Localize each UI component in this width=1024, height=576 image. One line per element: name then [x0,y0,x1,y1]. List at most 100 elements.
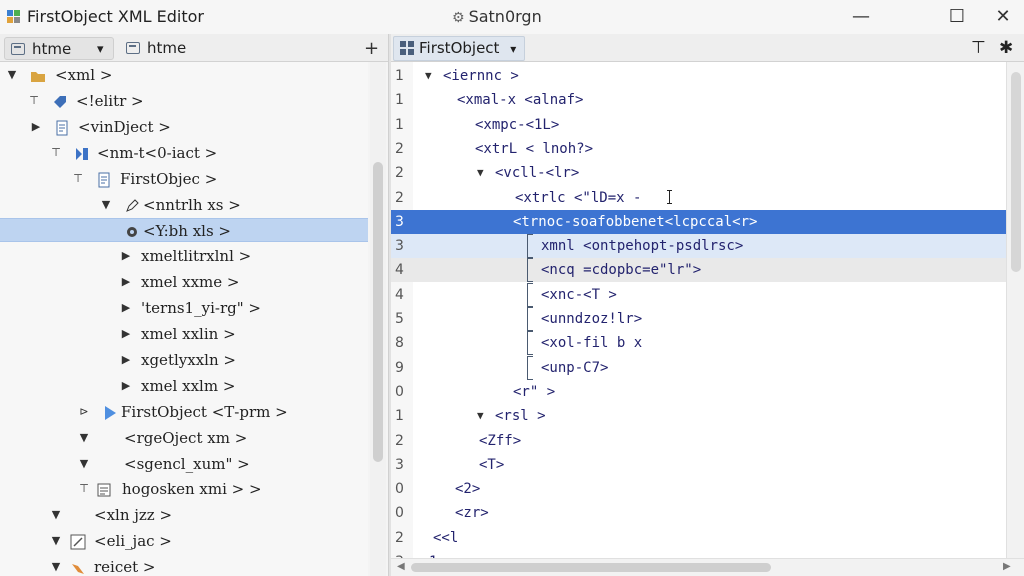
code-line[interactable]: 8 <xol-fil b x [391,331,1006,356]
expand-toggle-icon[interactable]: ▼ [50,555,62,576]
tree-node[interactable]: ▶ xgetlyxxln > [0,348,368,372]
scroll-right-icon[interactable]: ▶ [1003,561,1011,572]
code-line[interactable]: 4 <xnc-<T > [391,282,1006,307]
expand-toggle-icon[interactable]: ⊤ [28,89,40,113]
tree-node[interactable]: ▶ <vinDject > [0,115,368,139]
line-number: 3 [395,238,404,255]
code-line[interactable]: 0 <2> [391,477,1006,501]
tree-node[interactable]: ▼ <rgeOject xm > [0,426,368,450]
expand-toggle-icon[interactable]: ▼ [50,503,62,527]
expand-toggle-icon[interactable]: ⊳ [78,400,90,424]
pin-icon[interactable]: ⊤ [971,38,986,58]
settings-icon[interactable]: ✱ [999,38,1013,58]
code-line[interactable]: 2 <xtrL < lnoh?> [391,137,1006,161]
scrollbar-thumb[interactable] [1011,72,1021,272]
maximize-button[interactable]: ☐ [944,4,970,30]
tree-node[interactable]: ▼ <eli_jac > [0,529,368,553]
tree-node[interactable]: ▶ xmel xxme > [0,270,368,294]
editor-horizontal-scrollbar[interactable]: ◀ ▶ [391,558,1024,576]
expand-toggle-icon[interactable]: ⊤ [72,167,84,191]
expand-toggle-icon[interactable]: ▶ [120,348,132,372]
add-tab-button[interactable]: + [364,38,379,59]
tree-scrollbar[interactable] [370,62,386,576]
line-number: 9 [395,359,404,376]
expand-toggle-icon[interactable]: ▼ [50,529,62,553]
expand-toggle-icon[interactable]: ▶ [120,296,132,320]
scrollbar-thumb[interactable] [411,563,771,572]
scrollbar-thumb[interactable] [373,162,383,462]
code-text: <xnc-<T > [541,286,617,303]
code-line[interactable]: 2 <<l [391,526,1006,550]
expand-toggle-icon[interactable]: ▶ [120,270,132,294]
code-line[interactable]: 0 <zr> [391,501,1006,525]
tab-htme-1[interactable]: htme ▾ [4,37,114,60]
tree-node[interactable]: ▼ <sgencl_xum" > [0,452,368,476]
editor-header: FirstObject ▾ ⊤ ✱ [391,34,1024,62]
expand-toggle-icon[interactable]: ▼ [78,426,90,450]
code-line[interactable]: 1 ▼ <iernnc > [391,64,1006,88]
expand-toggle-icon[interactable]: ▶ [120,244,132,268]
tree-node[interactable]: ▶ 'terns1_yi‑rg" > [0,296,368,320]
tree-node[interactable]: ▼ <xln jzz > [0,503,368,527]
code-editor[interactable]: 1 ▼ <iernnc > 1 <xmal-x <alnaf> 1 <xmpc-<1L> 2 <… [391,62,1006,558]
code-line[interactable]: 2 <Zff> [391,429,1006,453]
minimize-button[interactable]: — [848,4,874,30]
code-line[interactable]: 2 <xtrlc <"lD=x - [391,186,1006,210]
chevron-down-icon[interactable]: ▾ [510,42,516,56]
tree-node[interactable]: ▼ <nntrlh xs > [0,193,368,217]
close-button[interactable]: ✕ [990,4,1016,30]
code-line[interactable]: 9 <unp-C7> [391,355,1006,380]
line-number: 2 [395,432,404,449]
code-line[interactable]: 1 <xmpc-<1L> [391,113,1006,137]
expand-toggle-icon[interactable]: ⊤ [50,141,62,165]
line-number: 2 [395,165,404,182]
code-line[interactable]: 3 <trnoc-soafobbenet<lcpccal<r> [391,209,1006,234]
expand-toggle-icon[interactable]: ▶ [120,322,132,346]
tree-node[interactable]: ⊤ <!elitr > [0,89,368,113]
code-line[interactable]: 5 <unndzoz!lr> [391,307,1006,331]
tree-node-label: <xln jzz > [94,506,173,525]
editor-tab-firstobject[interactable]: FirstObject ▾ [393,36,526,61]
gear-icon [124,223,140,239]
scroll-left-icon[interactable]: ◀ [397,561,405,572]
blue-icon [74,145,90,161]
list-icon [96,481,112,497]
tree-node[interactable]: ⊳ FirstObject <T‑prm > [0,400,368,424]
tree-node[interactable]: ▶ xmel xxlm > [0,374,368,398]
tab-htme-2[interactable]: htme [126,37,226,60]
tree-node[interactable]: ▶ xmeltlitrxlnl > [0,244,368,268]
tree-node[interactable]: ⊤ FirstObjec > [0,167,368,191]
code-line[interactable]: 3 <T> [391,453,1006,477]
expand-toggle-icon[interactable]: ▼ [78,452,90,476]
code-line[interactable]: 2 ▼ <vcll-<lr> [391,161,1006,185]
fold-toggle-icon[interactable]: ▼ [477,404,484,428]
code-line[interactable]: 1 ▼ <rsl > [391,404,1006,428]
xml-tree-panel: ▼ <xml > ⊤ <!elitr > ▶ <vinDject > ⊤ <n⁠m‑t<0‑i… [0,62,368,576]
chevron-down-icon[interactable]: ▾ [97,38,104,61]
expand-toggle-icon[interactable]: ▼ [6,63,18,87]
fold-toggle-icon[interactable]: ▼ [477,161,484,185]
tree-node[interactable]: ▼ <xml > [0,63,368,87]
line-number: 2 [395,189,404,206]
tree-node[interactable]: ▼ reicet > [0,555,368,576]
expand-toggle-icon[interactable]: ▶ [120,374,132,398]
code-line[interactable]: 3 1> [391,550,1006,558]
code-line[interactable]: 0 <r" > [391,380,1006,404]
expand-toggle-icon[interactable]: ⊤ [78,477,90,501]
line-number: 4 [395,262,404,279]
tree-node[interactable]: ▶ xmel xxlin > [0,322,368,346]
tab-label: htme [147,39,187,57]
fold-toggle-icon[interactable]: ▼ [425,64,432,88]
expand-toggle-icon[interactable]: ▶ [30,115,42,139]
tree-node[interactable]: <Y:bh xls > [0,218,368,243]
code-line[interactable]: 1 <xmal-x <alnaf> [391,88,1006,112]
tree-node[interactable]: ⊤ <n⁠m‑t<0‑iact > [0,141,368,165]
code-line[interactable]: 3 xmnl <ontpehopt-psdlrsc> [391,234,1006,259]
editor-vertical-scrollbar[interactable] [1006,62,1024,558]
code-text: <xmal-x <alnaf> [457,92,584,109]
orange-icon [70,559,86,575]
tree-node[interactable]: ⊤ hogosken xmi > > [0,477,368,501]
code-line[interactable]: 4 <ncq =cdopbc=e"lr"> [391,258,1006,283]
expand-toggle-icon[interactable]: ▼ [100,193,112,217]
grid-icon [400,41,414,55]
